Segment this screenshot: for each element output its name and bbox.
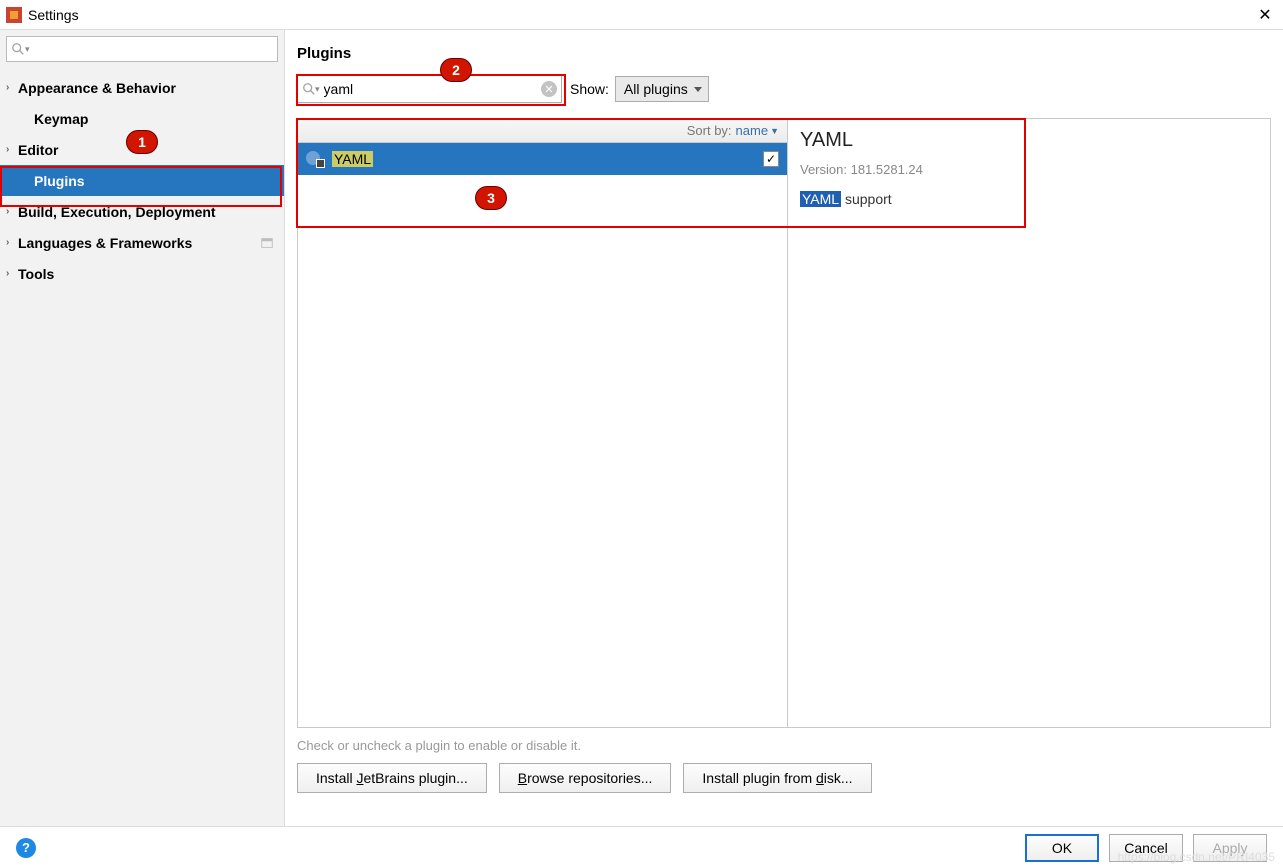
titlebar: Settings ✕ (0, 0, 1283, 30)
settings-tree: › Appearance & Behavior Keymap › Editor Pl… (0, 68, 284, 289)
sidebar-item-tools[interactable]: › Tools (0, 258, 284, 289)
sidebar-item-label: Tools (18, 266, 54, 282)
sort-arrow-icon: ▼ (770, 126, 779, 136)
search-icon (11, 42, 25, 56)
sort-label: Sort by: (687, 123, 732, 138)
sort-row: Sort by: name ▼ (298, 119, 787, 143)
sidebar-item-label: Editor (18, 142, 58, 158)
plugin-name: YAML (332, 151, 373, 167)
plugin-search-input[interactable] (324, 81, 541, 97)
show-filter-value: All plugins (624, 81, 688, 97)
sidebar-item-languages[interactable]: › Languages & Frameworks (0, 227, 284, 258)
show-label: Show: (570, 81, 609, 97)
cancel-button[interactable]: Cancel (1109, 834, 1183, 862)
annotation-badge-1: 1 (126, 130, 158, 154)
content-panel: Plugins ▾ ✕ Show: All plugins Sort by: n… (285, 30, 1283, 826)
sidebar-item-label: Plugins (34, 173, 85, 189)
sidebar-search-input[interactable]: ▾ (6, 36, 278, 62)
chevron-right-icon: › (6, 206, 9, 217)
footer-buttons: OK Cancel Apply (1025, 834, 1267, 862)
hint-text: Check or uncheck a plugin to enable or d… (297, 738, 1271, 753)
show-filter-select[interactable]: All plugins (615, 76, 709, 102)
install-from-disk-button[interactable]: Install plugin from disk... (683, 763, 871, 793)
help-icon[interactable]: ? (16, 838, 36, 858)
sidebar-item-plugins[interactable]: Plugins (0, 165, 284, 196)
plugin-actions-row: Install JetBrains plugin... Browse repos… (297, 763, 1271, 793)
ok-button[interactable]: OK (1025, 834, 1099, 862)
chevron-right-icon: › (6, 268, 9, 279)
detail-highlight: YAML (800, 191, 841, 207)
app-icon (6, 7, 22, 23)
chevron-down-icon: ▾ (25, 44, 30, 55)
window-title: Settings (28, 7, 79, 23)
chevron-right-icon: › (6, 237, 9, 248)
detail-description: YAML support (800, 191, 1258, 207)
close-icon[interactable]: ✕ (1253, 3, 1277, 27)
detail-title: YAML (800, 129, 1258, 152)
dialog-footer: ? OK Cancel Apply (0, 826, 1283, 868)
sidebar-item-build[interactable]: › Build, Execution, Deployment (0, 196, 284, 227)
plugin-list: Sort by: name ▼ YAML (298, 119, 788, 727)
plugin-list-area: Sort by: name ▼ YAML YAML Version: 181.5… (297, 118, 1271, 728)
sort-by-link[interactable]: name (736, 123, 769, 138)
annotation-badge-2: 2 (440, 58, 472, 82)
main-area: ▾ › Appearance & Behavior Keymap › Editor … (0, 30, 1283, 826)
clear-icon[interactable]: ✕ (541, 81, 557, 97)
sidebar-item-label: Appearance & Behavior (18, 80, 176, 96)
sidebar-item-label: Keymap (34, 111, 88, 127)
plugin-row-yaml[interactable]: YAML (298, 143, 787, 175)
plugin-search-box[interactable]: ▾ ✕ (297, 75, 562, 103)
annotation-badge-3: 3 (475, 186, 507, 210)
chevron-right-icon: › (6, 144, 9, 155)
plugin-enable-checkbox[interactable] (763, 151, 779, 167)
detail-desc-rest: support (841, 191, 892, 207)
plugin-detail: YAML Version: 181.5281.24 YAML support (788, 119, 1270, 727)
apply-button[interactable]: Apply (1193, 834, 1267, 862)
install-jetbrains-button[interactable]: Install JetBrains plugin... (297, 763, 487, 793)
sidebar-item-label: Build, Execution, Deployment (18, 204, 216, 220)
sidebar-item-label: Languages & Frameworks (18, 235, 192, 251)
search-icon (302, 82, 316, 96)
browse-repositories-button[interactable]: Browse repositories... (499, 763, 672, 793)
plugin-icon (306, 151, 324, 167)
sidebar-item-appearance[interactable]: › Appearance & Behavior (0, 72, 284, 103)
chevron-right-icon: › (6, 82, 9, 93)
project-scope-icon (260, 236, 274, 250)
detail-version: Version: 181.5281.24 (800, 162, 1258, 177)
